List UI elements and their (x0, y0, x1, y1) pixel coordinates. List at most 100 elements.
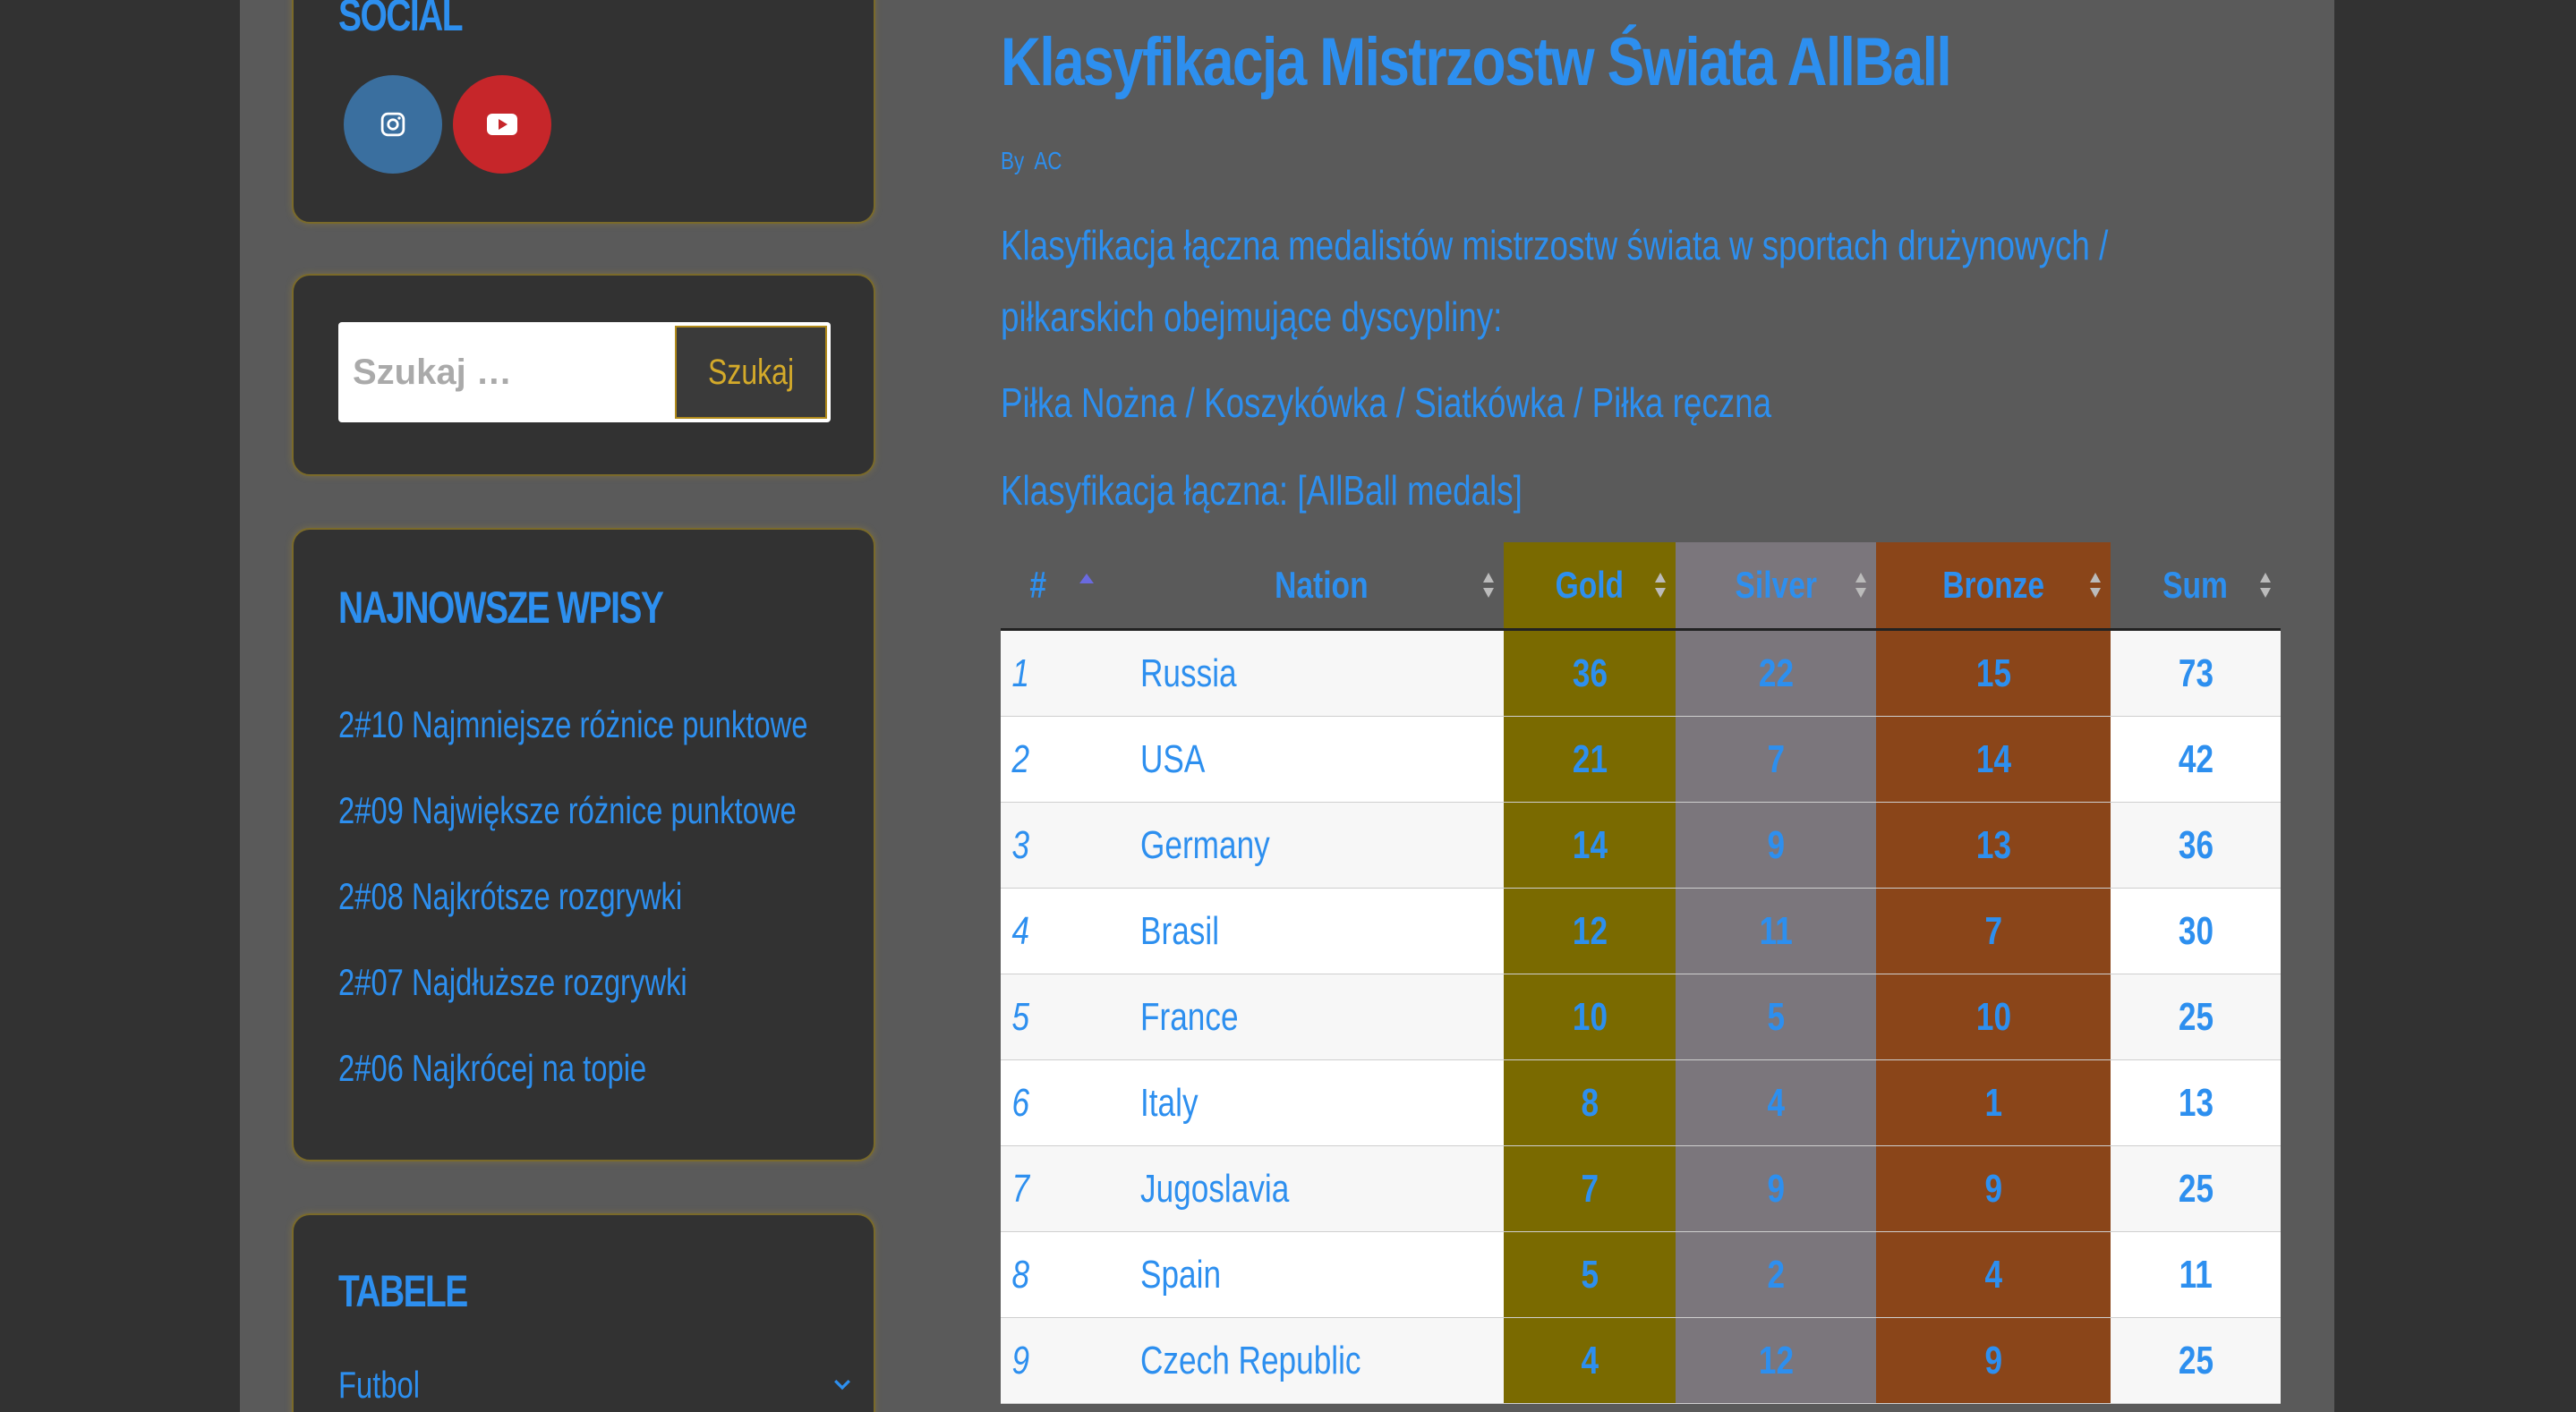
silver-cell: 11 (1676, 888, 1876, 974)
byline: By AC (1001, 147, 1062, 175)
header-sum[interactable]: Sum (2111, 542, 2281, 631)
youtube-icon (487, 114, 517, 135)
nation-cell: France (1139, 974, 1504, 1060)
youtube-link[interactable] (453, 75, 551, 174)
bronze-cell: 13 (1876, 802, 2111, 889)
gold-cell: 5 (1504, 1231, 1676, 1318)
sort-icon (2090, 573, 2101, 598)
author-link[interactable]: AC (1034, 147, 1062, 174)
bronze-cell: 1 (1876, 1059, 2111, 1146)
bronze-cell: 9 (1876, 1317, 2111, 1404)
gold-cell: 36 (1504, 629, 1676, 717)
post-classification-label: Klasyfikacja łączna: [AllBall medals] (1001, 467, 1523, 514)
silver-cell: 5 (1676, 974, 1876, 1060)
medal-table: # Nation Gold Silver Bronze Sum 1 Russia… (1001, 542, 2281, 1404)
nation-cell: USA (1139, 716, 1504, 803)
search-button[interactable]: Szukaj (671, 322, 831, 422)
instagram-icon (380, 112, 405, 137)
bronze-cell: 10 (1876, 974, 2111, 1060)
header-gold[interactable]: Gold (1504, 542, 1676, 631)
tables-item-futbol[interactable]: Futbol (338, 1364, 420, 1407)
gold-cell: 4 (1504, 1317, 1676, 1404)
table-row: 8 Spain 5 2 4 11 (1001, 1231, 2281, 1318)
table-row: 3 Germany 14 9 13 36 (1001, 802, 2281, 889)
silver-cell: 4 (1676, 1059, 1876, 1146)
social-widget-title: SOCIAL (338, 0, 464, 40)
gold-cell: 12 (1504, 888, 1676, 974)
table-row: 1 Russia 36 22 15 73 (1001, 629, 2281, 717)
sum-cell: 25 (2111, 1317, 2281, 1404)
bronze-cell: 14 (1876, 716, 2111, 803)
chevron-down-icon[interactable] (831, 1373, 854, 1396)
nation-cell: Spain (1139, 1231, 1504, 1318)
recent-post-link[interactable]: 2#07 Najdłuższe rozgrywki (338, 940, 807, 1025)
instagram-link[interactable] (344, 75, 442, 174)
table-row: 2 USA 21 7 14 42 (1001, 716, 2281, 803)
rank-cell: 2 (1001, 716, 1139, 803)
silver-cell: 9 (1676, 1145, 1876, 1232)
table-row: 9 Czech Republic 4 12 9 25 (1001, 1317, 2281, 1404)
sort-icon (2260, 573, 2271, 598)
rank-cell: 7 (1001, 1145, 1139, 1232)
nation-cell: Russia (1139, 629, 1504, 717)
header-rank[interactable]: # (1001, 542, 1139, 631)
byline-prefix: By (1001, 147, 1025, 174)
header-bronze[interactable]: Bronze (1876, 542, 2111, 631)
recent-post-link[interactable]: 2#08 Najkrótsze rozgrywki (338, 854, 807, 940)
gold-cell: 8 (1504, 1059, 1676, 1146)
bronze-cell: 4 (1876, 1231, 2111, 1318)
nation-cell: Czech Republic (1139, 1317, 1504, 1404)
header-silver[interactable]: Silver (1676, 542, 1876, 631)
post-title[interactable]: Klasyfikacja Mistrzostw Świata AllBall (1001, 23, 1952, 101)
table-row: 5 France 10 5 10 25 (1001, 974, 2281, 1060)
silver-cell: 12 (1676, 1317, 1876, 1404)
rank-cell: 4 (1001, 888, 1139, 974)
sum-cell: 42 (2111, 716, 2281, 803)
sort-icon (1483, 573, 1494, 598)
sort-icon (1855, 573, 1866, 598)
recent-post-link[interactable]: 2#10 Najmniejsze różnice punktowe (338, 682, 807, 768)
rank-cell: 6 (1001, 1059, 1139, 1146)
sum-cell: 30 (2111, 888, 2281, 974)
nation-cell: Germany (1139, 802, 1504, 889)
recent-posts-widget: NAJNOWSZE WPISY 2#10 Najmniejsze różnice… (292, 528, 875, 1161)
bronze-cell: 15 (1876, 629, 2111, 717)
table-row: 6 Italy 8 4 1 13 (1001, 1059, 2281, 1146)
sum-cell: 25 (2111, 1145, 2281, 1232)
sum-cell: 11 (2111, 1231, 2281, 1318)
silver-cell: 7 (1676, 716, 1876, 803)
gold-cell: 14 (1504, 802, 1676, 889)
search-widget: Szukaj (292, 274, 875, 476)
silver-cell: 22 (1676, 629, 1876, 717)
gold-cell: 7 (1504, 1145, 1676, 1232)
bronze-cell: 7 (1876, 888, 2111, 974)
tables-widget: TABELE Futbol (292, 1213, 875, 1412)
sort-icon (1655, 573, 1666, 598)
recent-posts-list: 2#10 Najmniejsze różnice punktowe 2#09 N… (338, 682, 940, 1111)
post-disciplines: Piłka Nożna / Koszykówka / Siatkówka / P… (1001, 379, 1772, 426)
rank-cell: 3 (1001, 802, 1139, 889)
gold-cell: 10 (1504, 974, 1676, 1060)
table-row: 7 Jugoslavia 7 9 9 25 (1001, 1145, 2281, 1232)
table-row: 4 Brasil 12 11 7 30 (1001, 888, 2281, 974)
rank-cell: 9 (1001, 1317, 1139, 1404)
post-intro: Klasyfikacja łączna medalistów mistrzost… (1001, 222, 2109, 340)
silver-cell: 9 (1676, 802, 1876, 889)
nation-cell: Italy (1139, 1059, 1504, 1146)
sum-cell: 36 (2111, 802, 2281, 889)
silver-cell: 2 (1676, 1231, 1876, 1318)
nation-cell: Jugoslavia (1139, 1145, 1504, 1232)
social-widget: SOCIAL (292, 0, 875, 224)
sum-cell: 25 (2111, 974, 2281, 1060)
bronze-cell: 9 (1876, 1145, 2111, 1232)
sort-ascending-icon (1079, 574, 1094, 583)
search-button-label: Szukaj (707, 352, 795, 392)
rank-cell: 8 (1001, 1231, 1139, 1318)
recent-post-link[interactable]: 2#06 Najkrócej na topie (338, 1025, 807, 1111)
header-nation[interactable]: Nation (1139, 542, 1504, 631)
recent-post-link[interactable]: 2#09 Największe różnice punktowe (338, 768, 807, 854)
sum-cell: 73 (2111, 629, 2281, 717)
nation-cell: Brasil (1139, 888, 1504, 974)
search-input[interactable] (338, 322, 671, 422)
medal-table-wrapper: # Nation Gold Silver Bronze Sum 1 Russia… (1001, 542, 2281, 1404)
